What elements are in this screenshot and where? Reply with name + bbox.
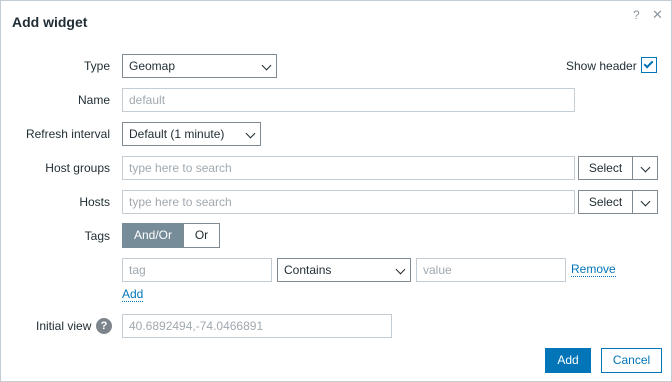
chevron-down-icon: [245, 128, 256, 139]
tags-label: Tags: [84, 229, 110, 243]
tag-name-input[interactable]: tag: [122, 258, 272, 282]
chevron-down-icon: [640, 162, 651, 173]
host-groups-input[interactable]: type here to search: [122, 156, 575, 180]
host-groups-placeholder: type here to search: [129, 161, 232, 175]
help-icon[interactable]: ?: [96, 318, 112, 334]
refresh-interval-label: Refresh interval: [25, 127, 110, 141]
cancel-button[interactable]: Cancel: [601, 348, 662, 373]
type-select[interactable]: Geomap: [122, 54, 277, 78]
tag-value-placeholder: value: [423, 263, 452, 277]
refresh-interval-value: Default (1 minute): [129, 127, 225, 141]
hosts-input[interactable]: type here to search: [122, 190, 575, 214]
tag-placeholder: tag: [129, 263, 146, 277]
tag-add-link[interactable]: Add: [122, 288, 144, 302]
tag-operator-value: Contains: [284, 263, 332, 277]
host-groups-select-button[interactable]: Select: [578, 156, 633, 180]
close-icon[interactable]: ✕: [652, 8, 663, 21]
tags-mode-or[interactable]: Or: [183, 223, 220, 248]
show-header-label: Show header: [566, 59, 637, 73]
refresh-interval-select[interactable]: Default (1 minute): [122, 122, 261, 146]
hosts-label: Hosts: [79, 195, 110, 209]
tags-mode-and-or[interactable]: And/Or: [122, 223, 184, 248]
tag-value-input[interactable]: value: [416, 258, 566, 282]
name-label: Name: [77, 93, 110, 107]
add-button[interactable]: Add: [545, 348, 591, 373]
initial-view-input[interactable]: 40.6892494,-74.0466891: [122, 314, 392, 338]
initial-view-placeholder: 40.6892494,-74.0466891: [129, 319, 264, 333]
tag-operator-select[interactable]: Contains: [277, 258, 411, 282]
chevron-down-icon: [640, 196, 651, 207]
chevron-down-icon: [395, 264, 406, 275]
name-placeholder: default: [129, 93, 166, 107]
host-groups-dropdown-button[interactable]: [632, 156, 658, 180]
tag-remove-link[interactable]: Remove: [571, 263, 616, 277]
checkmark-icon: [643, 58, 654, 69]
help-icon[interactable]: ?: [633, 9, 640, 21]
dialog-title: Add widget: [12, 14, 88, 30]
hosts-dropdown-button[interactable]: [632, 190, 658, 214]
hosts-placeholder: type here to search: [129, 195, 232, 209]
add-widget-dialog: Add widget ? ✕ Type Geomap Show header N…: [0, 0, 672, 382]
host-groups-label: Host groups: [45, 161, 110, 175]
show-header-checkbox[interactable]: [641, 57, 657, 73]
initial-view-label: Initial view: [36, 319, 92, 333]
name-input[interactable]: default: [122, 88, 575, 112]
type-label: Type: [83, 59, 110, 73]
chevron-down-icon: [261, 60, 272, 71]
hosts-select-button[interactable]: Select: [578, 190, 633, 214]
type-select-value: Geomap: [129, 59, 176, 73]
